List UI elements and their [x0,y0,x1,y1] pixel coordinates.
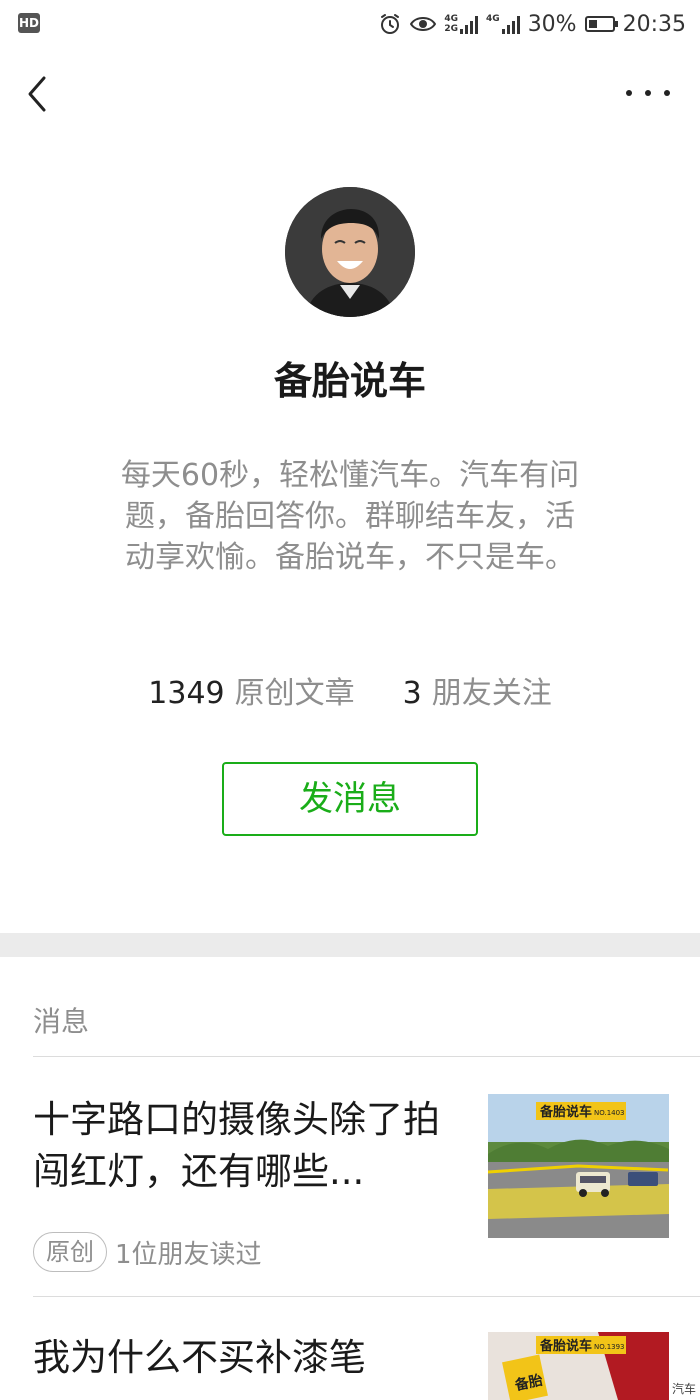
friends-stat[interactable]: 3 朋友关注 [403,668,552,714]
article-title: 我为什么不买补漆笔 [33,1336,366,1379]
article-meta: 原创 1位朋友读过 [33,1232,262,1272]
section-divider [0,933,700,957]
battery-icon [584,16,618,32]
alarm-icon [378,12,402,36]
status-right: 4G 2G 4G 30% 20:35 [378,8,686,40]
hd-badge: HD [18,13,40,33]
messages-section-title: 消息 [33,1005,90,1038]
send-message-button[interactable]: 发消息 [222,762,478,836]
article-title: 十字路口的摄像头除了拍闯红灯，还有哪些... [33,1098,440,1193]
more-options-button[interactable] [626,78,670,108]
articles-label: 原创文章 [234,676,355,711]
watermark: 汽车 [671,1382,696,1396]
thumbnail-number: NO.1403 [594,1109,625,1117]
article-item[interactable]: 我为什么不买补漆笔 备胎说车 NO.1393 备胎 [33,1332,669,1400]
thumbnail-banner-text: 备胎说车 [539,1338,592,1354]
thumbnail-number: NO.1393 [594,1343,625,1351]
signal-icon-sim1: 4G 2G [444,14,479,34]
original-tag: 原创 [33,1232,107,1272]
article-thumbnail: 备胎说车 NO.1403 [488,1094,669,1238]
network-type-sim1-top: 4G [444,14,459,24]
divider [33,1056,700,1057]
back-button[interactable] [18,72,58,116]
chevron-left-icon [28,76,46,112]
divider [33,1296,700,1297]
article-thumbnail: 备胎说车 NO.1393 备胎 [488,1332,669,1400]
clock-time: 20:35 [622,11,686,37]
battery-percent: 30% [527,11,577,37]
nav-bar [0,48,700,140]
articles-stat[interactable]: 1349 原创文章 [148,668,354,714]
friends-read-count: 1位朋友读过 [115,1239,262,1270]
more-dot-icon [664,90,670,96]
more-dot-icon [645,90,651,96]
network-type-sim2: 4G [486,14,500,24]
friends-count: 3 [402,676,422,711]
stats-row: 1349 原创文章 3 朋友关注 [0,668,700,714]
account-intro: 每天60秒，轻松懂汽车。汽车有问题，备胎回答你。群聊结车友，活动享欢愉。备胎说车… [120,458,580,575]
signal-icon-sim2: 4G [486,14,520,34]
status-bar: HD 4G 2G 4G 30% 20:35 [0,0,700,48]
more-dot-icon [626,90,632,96]
thumbnail-banner-text: 备胎说车 [539,1104,592,1120]
article-item[interactable]: 十字路口的摄像头除了拍闯红灯，还有哪些... 原创 1位朋友读过 备胎说车 NO… [33,1094,669,1272]
account-name: 备胎说车 [273,359,426,403]
eye-icon [410,14,437,34]
avatar[interactable] [285,187,415,317]
friends-label: 朋友关注 [431,676,552,711]
articles-count: 1349 [148,676,225,711]
network-type-sim1-bottom: 2G [444,24,459,34]
